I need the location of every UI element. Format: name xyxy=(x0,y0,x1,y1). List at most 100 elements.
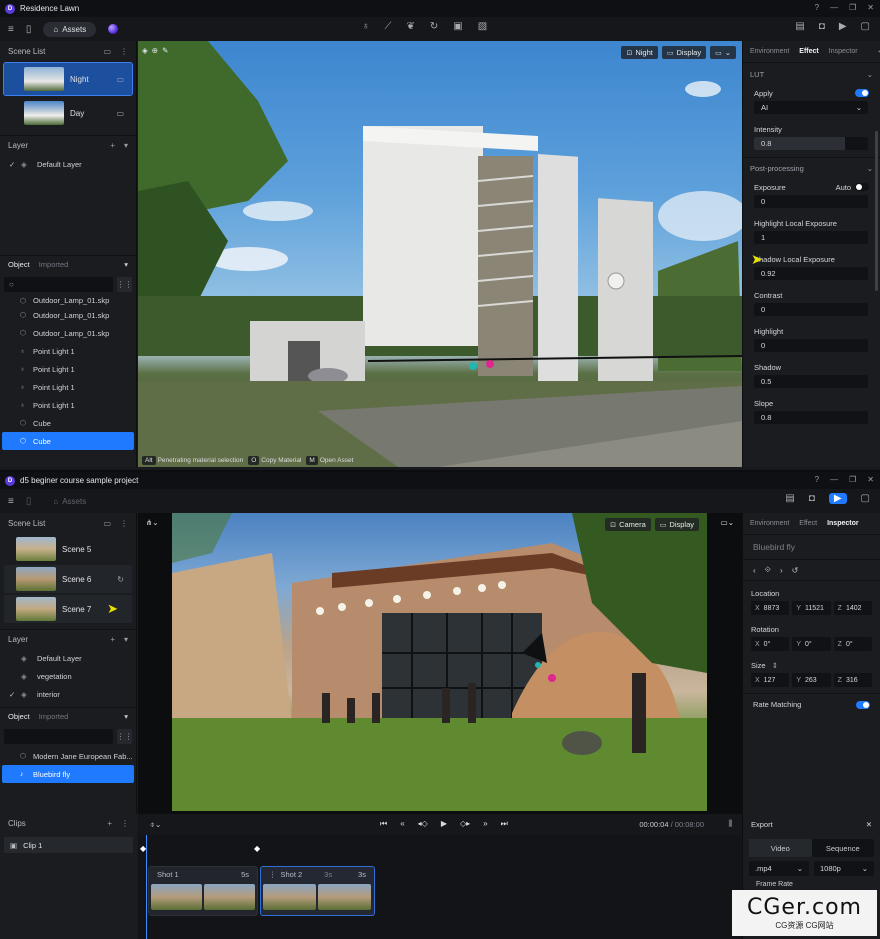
file-icon[interactable]: ▯ xyxy=(26,24,32,35)
more-icon[interactable]: ⋮ xyxy=(120,47,128,56)
layout-icon[interactable]: ▧ xyxy=(478,21,487,32)
screen-dropdown-icon[interactable]: ▭⌄ xyxy=(721,518,734,527)
post-processing-header[interactable]: Post-processing ⌄ xyxy=(743,157,880,179)
close-icon[interactable]: ✕ xyxy=(867,3,874,12)
rotation-z-field[interactable]: Z 0° xyxy=(833,637,872,651)
minimize-icon[interactable]: — xyxy=(830,3,838,12)
list-item[interactable]: ⬡ Outdoor_Lamp_01.skp xyxy=(0,306,136,324)
collapse-icon[interactable]: ▾ xyxy=(124,141,128,150)
scene-night-button[interactable]: ⊡ Night xyxy=(621,46,658,59)
keyframe-icon[interactable]: ◆ xyxy=(254,844,260,853)
rotate-icon[interactable]: ↻ xyxy=(430,21,438,32)
cube-tool-icon[interactable]: ▣ xyxy=(453,21,462,32)
camera-small-icon[interactable]: ▭ xyxy=(116,75,124,84)
add-scene-icon[interactable]: ▭ xyxy=(103,519,111,528)
layer-item[interactable]: ◈ vegetation xyxy=(0,667,136,685)
tab-sequence[interactable]: Sequence xyxy=(812,839,875,857)
camera-small-icon[interactable]: ▭ xyxy=(116,109,124,118)
highlight-slider[interactable]: 0 xyxy=(754,339,868,352)
sync-icon[interactable]: ↻ xyxy=(117,575,124,584)
lock-ratio-icon[interactable]: ⇕ xyxy=(772,661,778,670)
layer-item[interactable]: ◈ Default Layer xyxy=(0,649,136,667)
skip-end-icon[interactable]: ⏭ xyxy=(501,819,508,829)
view-mode-icon[interactable]: ◈ xyxy=(142,46,148,55)
slope-slider[interactable]: 0.8 xyxy=(754,411,868,424)
highlight-local-exposure-slider[interactable]: 1 xyxy=(754,231,868,244)
size-x-field[interactable]: X 127 xyxy=(751,673,790,687)
help-icon[interactable]: ? xyxy=(815,475,819,484)
tab-environment[interactable]: Environment xyxy=(750,520,789,527)
scene-item-7[interactable]: Scene 7 ➤ xyxy=(4,595,132,623)
scene-item-6[interactable]: Scene 6 ↻ xyxy=(4,565,132,593)
menu-icon[interactable]: ≡ xyxy=(8,24,14,35)
maximize-icon[interactable]: ❐ xyxy=(849,475,856,484)
add-clip-icon[interactable]: + xyxy=(107,819,112,828)
intensity-slider[interactable]: 0.8 xyxy=(754,137,868,150)
resolution-select[interactable]: 1080p ⌄ xyxy=(814,861,874,876)
list-item[interactable]: ♁ Point Light 1 xyxy=(0,342,136,360)
size-z-field[interactable]: Z 316 xyxy=(833,673,872,687)
viewport-render[interactable]: ◈ ⊕ ✎ ⊡ Night ▭ Display ▭ ⌄ Alt Penetrati… xyxy=(138,41,742,467)
tab-object[interactable]: Object xyxy=(8,712,30,721)
add-layer-icon[interactable]: + xyxy=(110,141,115,150)
chevron-left-icon[interactable]: ‹ xyxy=(753,566,756,575)
grid-view-icon[interactable]: ⋮⋮ xyxy=(117,276,133,292)
exposure-slider[interactable]: 0 xyxy=(754,195,868,208)
auto-exposure-toggle[interactable] xyxy=(855,183,869,191)
list-item-selected[interactable]: ♪ Bluebird fly xyxy=(2,765,134,783)
display-button[interactable]: ▭ Display xyxy=(661,46,707,59)
lut-preset-select[interactable]: AI ⌄ xyxy=(754,101,868,114)
clip-item[interactable]: ▣ Clip 1 xyxy=(4,837,133,853)
list-item[interactable]: ♁ Point Light 1 xyxy=(0,396,136,414)
next-key-icon[interactable]: ◇▸ xyxy=(460,819,470,829)
check-icon[interactable]: ✓ xyxy=(9,160,21,169)
panel-icon[interactable]: ▢ xyxy=(861,493,870,504)
list-item[interactable]: ⬡ Outdoor_Lamp_01.skp xyxy=(0,324,136,342)
tab-inspector[interactable]: Inspector xyxy=(827,520,859,527)
collapse-icon[interactable]: ▾ xyxy=(124,260,128,269)
tab-imported[interactable]: Imported xyxy=(39,712,69,721)
preview-dropdown[interactable]: ▭ ⌄ xyxy=(710,46,736,59)
panel-icon[interactable]: ▢ xyxy=(861,21,870,32)
close-icon[interactable]: ✕ xyxy=(866,820,872,829)
minimize-icon[interactable]: — xyxy=(830,475,838,484)
video-icon[interactable]: ▶ xyxy=(828,493,847,504)
location-z-field[interactable]: Z 1402 xyxy=(833,601,872,615)
rotation-x-field[interactable]: X 0° xyxy=(751,637,790,651)
add-layer-icon[interactable]: + xyxy=(110,635,115,644)
list-item[interactable]: ⬡ Cube xyxy=(0,414,136,432)
camera-icon[interactable]: ◘ xyxy=(819,21,825,32)
list-item[interactable]: ♁ Point Light 1 xyxy=(0,378,136,396)
scrollbar[interactable] xyxy=(875,131,878,291)
object-search-input[interactable]: ○ xyxy=(4,276,113,292)
tab-environment[interactable]: Environment xyxy=(750,48,789,55)
tab-effect[interactable]: Effect xyxy=(799,520,817,527)
check-icon[interactable]: ✓ xyxy=(9,690,21,699)
reset-icon[interactable]: ↺ xyxy=(792,566,799,575)
tab-object[interactable]: Object xyxy=(8,260,30,269)
file-icon[interactable]: ▯ xyxy=(26,496,32,507)
shot-1[interactable]: Shot 1 5s xyxy=(148,866,258,916)
rate-matching-toggle[interactable] xyxy=(856,700,870,709)
split-icon[interactable]: ⫼ xyxy=(728,819,732,829)
close-icon[interactable]: ✕ xyxy=(867,475,874,484)
globe-icon[interactable]: ⊕ xyxy=(152,46,158,55)
fast-forward-icon[interactable]: » xyxy=(483,819,487,829)
list-item-selected[interactable]: ⬡ Cube xyxy=(2,432,134,450)
chevron-right-icon[interactable]: › xyxy=(780,566,783,575)
tab-inspector[interactable]: Inspector xyxy=(829,48,858,55)
shadow-slider[interactable]: 0.5 xyxy=(754,375,868,388)
assets-button[interactable]: ⌂ Assets xyxy=(43,21,97,37)
scene-item-5[interactable]: Scene 5 xyxy=(4,535,132,563)
shot-2[interactable]: ⋮ Shot 2 3s 3s xyxy=(260,866,375,916)
brush-icon[interactable]: ✎ xyxy=(162,46,168,55)
ai-orb-icon[interactable] xyxy=(108,24,119,34)
prev-key-icon[interactable]: ◂◇ xyxy=(418,819,428,829)
collapse-icon[interactable]: ▾ xyxy=(124,635,128,644)
assets-button[interactable]: ⌂ Assets xyxy=(43,494,96,509)
list-item[interactable]: ⬡ Outdoor_Lamp_01.skp xyxy=(0,295,136,306)
camera-mode-icon[interactable]: ⌽⌄ xyxy=(150,820,162,830)
list-item[interactable]: ⬡ Modern Jane European Fab... xyxy=(0,747,136,765)
apply-toggle[interactable] xyxy=(855,89,869,97)
menu-icon[interactable]: ≡ xyxy=(8,496,14,507)
